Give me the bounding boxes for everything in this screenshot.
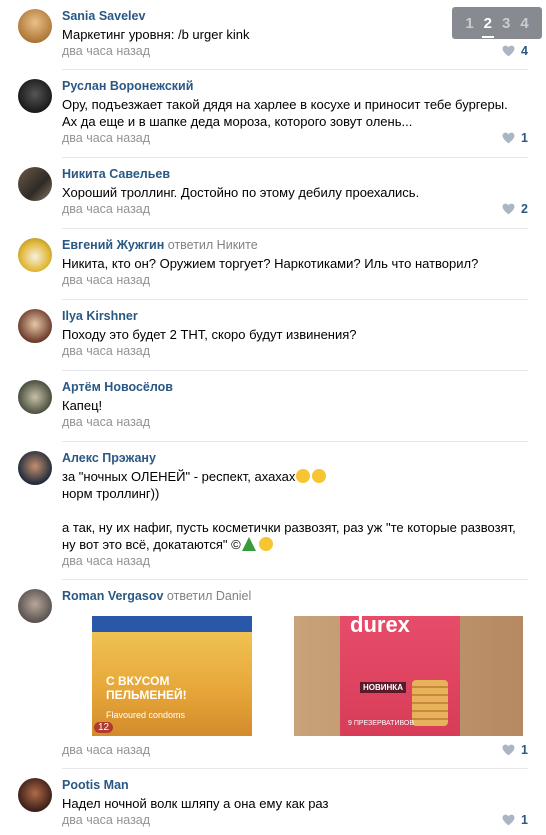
comment-author[interactable]: Никита Савельев [62,167,170,181]
comment: Roman Vergasov ответил Daniel С ВКУСОМ П… [0,580,546,768]
comment-line: ну вот это всё, докатаются" © [62,537,241,552]
comment-text: Капец! [62,398,103,413]
replied-to[interactable]: ответил Никите [168,238,258,252]
comment: Ilya Kirshner Походу это будет 2 ТНТ, ск… [0,300,546,370]
comment-line: за "ночных ОЛЕНЕЙ" - респект, ахахах [62,469,296,484]
like-count: 1 [521,813,528,827]
comment-time[interactable]: два часа назад [62,44,150,58]
package-subtitle: 9 ПРЕЗЕРВАТИВОВ [348,720,415,727]
like-button[interactable]: 2 [502,202,528,216]
comment: Никита Савельев Хороший троллинг. Достой… [0,158,546,228]
comment-author[interactable]: Ilya Kirshner [62,309,138,323]
replied-to[interactable]: ответил Daniel [167,589,251,603]
avatar[interactable] [18,380,52,414]
astonished-emoji-icon [258,537,273,551]
laughing-emoji-icon [312,469,327,483]
comment-author[interactable]: Roman Vergasov ответил Daniel [62,589,251,603]
comment-text: Маркетинг уровня: /b urger kink [62,27,250,42]
avatar[interactable] [18,167,52,201]
comment-line: а так, ну их нафиг, пусть косметички раз… [62,520,516,535]
comment-time[interactable]: два часа назад [62,202,150,216]
avatar[interactable] [18,238,52,272]
tree-emoji-icon [241,537,256,551]
comment-author[interactable]: Pootis Man [62,778,129,792]
comment-text: Надел ночной волк шляпу а она ему как ра… [62,796,329,811]
comment-time[interactable]: два часа назад [62,554,150,568]
brand-text: durex [350,616,410,637]
package-label: С ВКУСОМ ПЕЛЬМЕНЕЙ! [106,674,187,702]
comment-author[interactable]: Sania Savelev [62,9,145,23]
comment-time[interactable]: два часа назад [62,344,150,358]
heart-icon [502,45,515,57]
package-box: durex НОВИНКА 9 ПРЕЗЕРВАТИВОВ [340,616,460,736]
like-button[interactable]: 1 [502,743,528,757]
comment-text: Походу это будет 2 ТНТ, скоро будут изви… [62,327,357,342]
comment-author[interactable]: Алекс Прэжану [62,451,156,465]
dumplings-image [412,680,448,726]
comment-text: Хороший троллинг. Достойно по этому деби… [62,185,420,200]
comment: Евгений Жужгин ответил Никите Никита, кт… [0,229,546,299]
comment-time[interactable]: два часа назад [62,415,150,429]
comment-time[interactable]: два часа назад [62,743,150,757]
like-count: 1 [521,131,528,145]
comment-text: Никита, кто он? Оружием торгует? Наркоти… [62,256,479,271]
package-count: 12 [94,722,114,733]
avatar[interactable] [18,79,52,113]
like-button[interactable]: 1 [502,131,528,145]
package-subtitle: Flavoured condoms [106,710,186,720]
like-button[interactable]: 1 [502,813,528,827]
comment-text: Ору, подъезжает такой дядя на харлее в к… [62,97,508,129]
attached-photo-1[interactable]: С ВКУСОМ ПЕЛЬМЕНЕЙ! Flavoured condoms 12 [92,616,252,736]
package-band [92,616,252,632]
author-name[interactable]: Евгений Жужгин [62,238,164,252]
like-count: 4 [521,44,528,58]
new-badge: НОВИНКА [360,682,406,693]
comment-time[interactable]: два часа назад [62,813,150,827]
comment-author[interactable]: Артём Новосёлов [62,380,173,394]
heart-icon [502,814,515,826]
comment: Артём Новосёлов Капец! два часа назад [0,371,546,441]
comment: Руслан Воронежский Ору, подъезжает такой… [0,70,546,158]
author-name[interactable]: Roman Vergasov [62,589,163,603]
comment-line: норм троллинг)) [62,486,160,501]
avatar[interactable] [18,9,52,43]
like-count: 1 [521,743,528,757]
like-count: 2 [521,202,528,216]
comment: Sania Savelev Маркетинг уровня: /b urger… [0,0,546,70]
heart-icon [502,203,515,215]
attached-photo-2[interactable]: durex НОВИНКА 9 ПРЕЗЕРВАТИВОВ [294,616,523,736]
comment-time[interactable]: два часа назад [62,273,150,287]
comment-author[interactable]: Евгений Жужгин ответил Никите [62,238,258,252]
heart-icon [502,744,515,756]
avatar[interactable] [18,589,52,623]
avatar[interactable] [18,451,52,485]
heart-icon [502,132,515,144]
comment-time[interactable]: два часа назад [62,131,150,145]
comment-text: за "ночных ОЛЕНЕЙ" - респект, ахахах нор… [62,468,528,553]
like-button[interactable]: 4 [502,44,528,58]
avatar[interactable] [18,309,52,343]
comment: Pootis Man Надел ночной волк шляпу а она… [0,769,546,835]
comment: Алекс Прэжану за "ночных ОЛЕНЕЙ" - респе… [0,442,546,579]
comment-author[interactable]: Руслан Воронежский [62,79,193,93]
avatar[interactable] [18,778,52,812]
laughing-emoji-icon [296,469,311,483]
